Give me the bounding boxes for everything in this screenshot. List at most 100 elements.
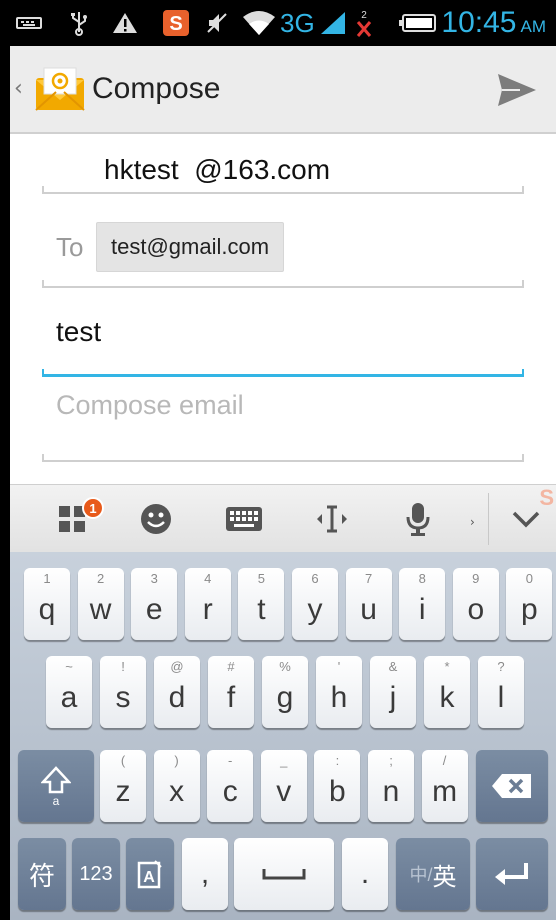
key-t[interactable]: 5t: [238, 568, 285, 640]
key-label: z: [115, 775, 131, 808]
muted-icon: [202, 8, 232, 38]
key-l[interactable]: ? l: [478, 656, 524, 728]
handwriting-key[interactable]: A: [126, 838, 174, 910]
symbols-key[interactable]: 符: [18, 838, 66, 910]
space-key[interactable]: [234, 838, 334, 910]
key-g[interactable]: % g: [262, 656, 308, 728]
key-label: a: [60, 681, 78, 714]
key-secondary-label: -: [228, 753, 233, 768]
key-secondary-label: 1: [43, 571, 51, 586]
key-p[interactable]: 0p: [506, 568, 553, 640]
key-secondary-label: *: [444, 659, 450, 674]
warning-icon: [110, 8, 140, 38]
key-k[interactable]: * k: [424, 656, 470, 728]
battery-icon: [398, 8, 438, 38]
enter-key[interactable]: [476, 838, 548, 910]
key-a[interactable]: ~ a: [46, 656, 92, 728]
key-secondary-label: ~: [65, 659, 73, 674]
key-secondary-label: 9: [472, 571, 480, 586]
key-y[interactable]: 6y: [292, 568, 338, 640]
voice-input-button[interactable]: [396, 497, 440, 541]
backspace-key[interactable]: [476, 750, 548, 822]
svg-text:S: S: [169, 13, 182, 35]
recipient-chip[interactable]: test@gmail.com: [96, 222, 285, 272]
key-o[interactable]: 9o: [452, 568, 499, 640]
status-bar: S 3G 2 10:45 AM: [0, 0, 556, 46]
signal-icon: [318, 8, 348, 38]
send-button[interactable]: [496, 70, 538, 110]
sogou-input-icon: S: [160, 8, 192, 38]
subject-input[interactable]: test: [56, 316, 516, 348]
email-app-icon[interactable]: [32, 64, 88, 114]
enter-icon: [495, 863, 528, 885]
key-label: r: [202, 593, 213, 626]
cursor-button[interactable]: [310, 497, 354, 541]
key-m[interactable]: / m: [421, 750, 468, 822]
key-q[interactable]: 1q: [24, 568, 70, 640]
key-h[interactable]: ' h: [316, 656, 362, 728]
key-label: n: [382, 775, 400, 808]
key-secondary-label: ': [337, 659, 341, 674]
mic-icon: [406, 503, 430, 536]
key-w[interactable]: 2w: [77, 568, 124, 640]
key-i[interactable]: 8i: [399, 568, 446, 640]
symbols-key-label: 符: [28, 860, 55, 891]
key-s[interactable]: ! s: [100, 656, 146, 728]
key-label: t: [257, 593, 266, 626]
key-label: u: [360, 593, 377, 626]
key-label: k: [439, 681, 455, 714]
svg-text:A: A: [143, 869, 155, 886]
key-f[interactable]: # f: [208, 656, 254, 728]
divider: [42, 186, 524, 194]
language-switch-label-right: 英: [432, 863, 457, 891]
key-j[interactable]: & j: [370, 656, 416, 728]
key-secondary-label: #: [227, 659, 235, 674]
key-label: b: [329, 775, 346, 808]
period-key-label: .: [360, 857, 370, 890]
key-label: c: [222, 775, 238, 808]
period-key[interactable]: .: [342, 838, 388, 910]
key-secondary-label: 5: [257, 571, 265, 586]
key-b[interactable]: :b: [314, 750, 361, 822]
wifi-icon: [240, 8, 278, 38]
compose-body-input[interactable]: Compose email: [56, 390, 516, 421]
key-secondary-label: 3: [150, 571, 158, 586]
key-e[interactable]: 3e: [131, 568, 178, 640]
key-z[interactable]: (z: [100, 750, 146, 822]
emoji-icon: [141, 504, 171, 534]
key-label: w: [89, 593, 112, 626]
key-n[interactable]: ; n: [368, 750, 414, 822]
key-label: p: [521, 593, 538, 626]
key-label: v: [276, 775, 292, 808]
keyboard-switch-button[interactable]: [222, 497, 266, 541]
compose-form: hktest @163.com To test@gmail.com test C…: [10, 134, 556, 484]
key-c[interactable]: -c: [207, 750, 254, 822]
key-secondary-label: /: [442, 753, 447, 768]
key-secondary-label: ;: [389, 753, 393, 768]
toolbar-divider: [488, 493, 489, 545]
emoji-button[interactable]: [134, 497, 178, 541]
key-secondary-label: (: [120, 753, 126, 768]
keyboard-toolbar: 1 › S: [10, 484, 556, 552]
key-label: l: [497, 681, 505, 714]
key-secondary-label: 6: [311, 571, 319, 586]
language-switch-label-left: 中/: [409, 865, 433, 885]
no-sim-icon: 2: [352, 8, 376, 38]
to-label: To: [56, 232, 84, 262]
usb-icon: [64, 8, 94, 38]
shift-key[interactable]: a: [18, 750, 94, 822]
key-secondary-label: _: [280, 753, 288, 768]
key-v[interactable]: _ v: [260, 750, 307, 822]
key-d[interactable]: @ d: [154, 656, 200, 728]
key-r[interactable]: 4r: [184, 568, 231, 640]
key-secondary-label: !: [121, 659, 125, 674]
comma-key[interactable]: ,: [182, 838, 228, 910]
backspace-icon: [492, 774, 531, 798]
key-u[interactable]: 7u: [345, 568, 392, 640]
numbers-key[interactable]: 123: [72, 838, 120, 910]
language-switch-key[interactable]: 中/ 英: [396, 838, 470, 910]
back-chevron-icon[interactable]: ‹: [14, 76, 23, 101]
key-x[interactable]: ) x: [153, 750, 200, 822]
key-secondary-label: ): [174, 753, 179, 768]
from-account-field[interactable]: hktest @163.com: [104, 154, 330, 186]
